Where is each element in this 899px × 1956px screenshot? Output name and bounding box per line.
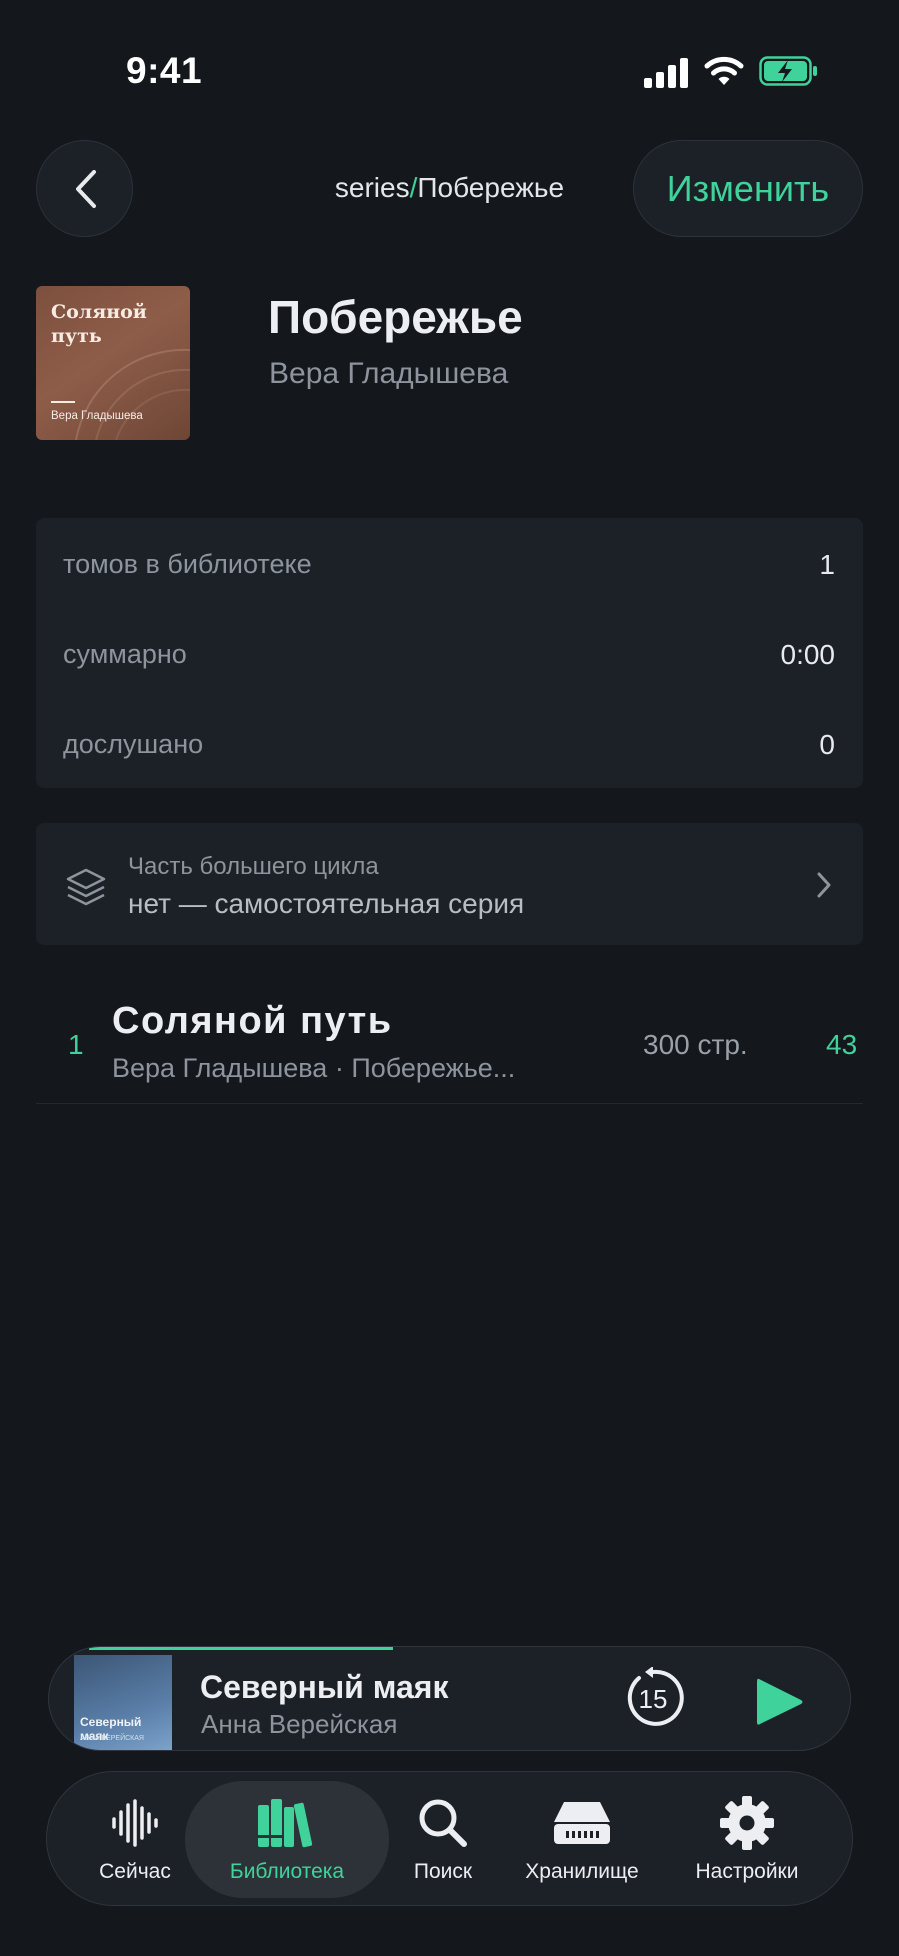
book-index: 1: [68, 1029, 84, 1060]
tab-label-now: Сейчас: [99, 1860, 171, 1883]
gear-icon: [720, 1796, 774, 1850]
book-subtitle: Вера Гладышева · Побережье...: [112, 1053, 516, 1083]
parent-cycle-row[interactable]: Часть большего цикла нет — самостоятельн…: [36, 823, 863, 945]
stat-label-volumes: томов в библиотеке: [63, 549, 312, 579]
tab-bar: Сейчас Библиотека Поиск Хранилище Настро…: [46, 1771, 853, 1906]
player-author: Анна Верейская: [201, 1709, 398, 1739]
breadcrumb-root: series: [334, 172, 410, 203]
stat-value-listened: 0: [819, 729, 835, 760]
play-button[interactable]: [753, 1675, 805, 1729]
tab-label-library: Библиотека: [229, 1860, 345, 1883]
tab-storage[interactable]: Хранилище: [507, 1772, 657, 1907]
stat-label-listened: дослушано: [63, 729, 204, 759]
player-cover-subtitle: АННА ВЕРЕЙСКАЯ: [80, 1735, 144, 1742]
books-icon: [258, 1799, 313, 1848]
series-author[interactable]: Вера Гладышева: [269, 357, 508, 391]
row-divider: [36, 1103, 863, 1104]
status-time: 9:41: [126, 50, 203, 91]
stats-card: томов в библиотеке 1 суммарно 0:00 дослу…: [36, 518, 863, 788]
cycle-value: нет — самостоятельная серия: [128, 888, 525, 919]
book-pages: 300 стр.: [643, 1029, 748, 1060]
edit-button[interactable]: Изменить: [633, 140, 863, 237]
book-title: Соляной путь: [112, 1000, 393, 1042]
skip-back-button[interactable]: 15: [622, 1666, 684, 1729]
mini-player[interactable]: Северный маяк АННА ВЕРЕЙСКАЯ Северный ма…: [48, 1646, 851, 1751]
cover-divider: [51, 401, 75, 403]
series-title: Побережье: [268, 291, 523, 343]
series-cover: Соляной путь Вера Гладышева: [36, 286, 190, 440]
storage-drive-icon: [554, 1802, 610, 1844]
book-progress-percent: 43: [826, 1029, 858, 1060]
skip-seconds-label: 15: [639, 1684, 668, 1714]
wifi-icon: [704, 56, 744, 85]
cover-title: Соляной путь: [51, 301, 147, 347]
chevron-right-icon: [817, 872, 831, 898]
tab-search[interactable]: Поиск: [388, 1772, 498, 1907]
tab-library[interactable]: Библиотека: [185, 1772, 389, 1907]
play-icon: [757, 1678, 803, 1725]
player-title: Северный маяк: [200, 1669, 449, 1705]
player-cover: Северный маяк АННА ВЕРЕЙСКАЯ: [74, 1655, 172, 1750]
cycle-label: Часть большего цикла: [128, 853, 379, 880]
stat-value-volumes: 1: [819, 549, 835, 580]
tab-label-storage: Хранилище: [525, 1860, 639, 1883]
cellular-signal-icon: [644, 58, 688, 88]
layers-icon: [66, 868, 106, 906]
player-progress-bar: [89, 1647, 393, 1650]
skip-back-15-icon: 15: [627, 1666, 684, 1726]
search-icon: [419, 1799, 467, 1847]
battery-charging-icon: [759, 56, 817, 86]
stat-value-total: 0:00: [780, 639, 836, 670]
tab-label-settings: Настройки: [695, 1860, 799, 1883]
waveform-icon: [112, 1799, 158, 1847]
tab-settings[interactable]: Настройки: [667, 1772, 827, 1907]
tab-label-search: Поиск: [413, 1860, 473, 1883]
breadcrumb-current: Побережье: [417, 172, 565, 203]
stat-label-total: суммарно: [63, 639, 187, 669]
cover-author: Вера Гладышева: [51, 410, 143, 422]
tab-now[interactable]: Сейчас: [75, 1772, 195, 1907]
